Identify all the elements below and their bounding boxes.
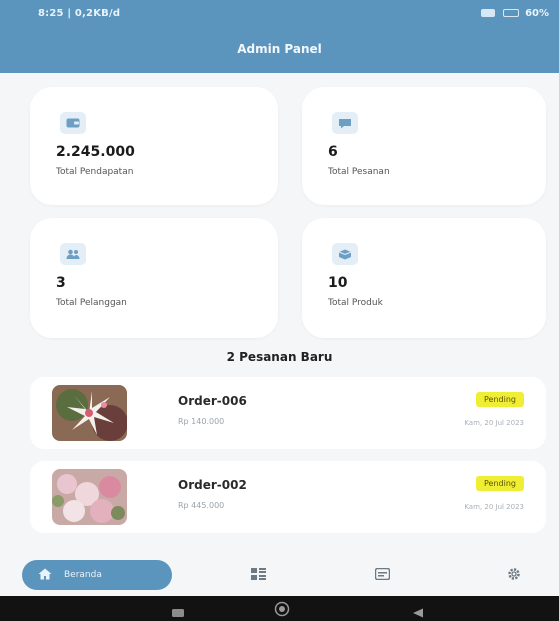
app-header: 8:25 | 0,2KB/d 60% Admin Panel: [0, 0, 559, 73]
order-id: Order-006: [178, 394, 247, 408]
home-icon: [38, 568, 52, 583]
battery-icon: [502, 9, 519, 17]
order-price: Rp 445.000: [178, 501, 225, 510]
stat-value: 10: [328, 275, 348, 291]
stat-label: Total Produk: [328, 298, 383, 308]
status-battery: 60%: [481, 8, 549, 19]
stat-value: 2.245.000: [56, 144, 135, 160]
receipt-icon[interactable]: [374, 567, 390, 581]
status-badge: Pending: [476, 476, 524, 491]
status-time: 8:25 | 0,2KB/d: [38, 8, 121, 19]
stat-label: Total Pesanan: [328, 167, 390, 177]
nav-home-button[interactable]: Beranda: [22, 560, 172, 590]
product-thumbnail: [52, 469, 127, 525]
stat-card-products[interactable]: 10 Total Produk: [302, 218, 546, 338]
order-date: Kam, 20 Jul 2023: [464, 419, 524, 427]
status-badge: Pending: [476, 392, 524, 407]
bottom-navigation: Beranda: [0, 552, 559, 596]
stat-label: Total Pelanggan: [56, 298, 127, 308]
product-thumbnail: [52, 385, 127, 441]
order-card[interactable]: Order-006 Rp 140.000 Pending Kam, 20 Jul…: [30, 377, 546, 449]
recent-apps-icon[interactable]: [172, 603, 184, 621]
stat-card-revenue[interactable]: 2.245.000 Total Pendapatan: [30, 87, 278, 205]
back-icon[interactable]: [412, 603, 424, 621]
nav-home-label: Beranda: [64, 570, 102, 580]
order-card[interactable]: Order-002 Rp 445.000 Pending Kam, 20 Jul…: [30, 461, 546, 533]
grid-icon[interactable]: [250, 567, 266, 581]
order-price: Rp 140.000: [178, 417, 225, 426]
section-title: 2 Pesanan Baru: [226, 350, 333, 364]
order-id: Order-002: [178, 478, 247, 492]
settings-icon[interactable]: [506, 567, 522, 581]
stat-value: 3: [56, 275, 66, 291]
wallet-icon: [60, 112, 86, 134]
signal-icon: [481, 9, 496, 17]
app-root: 8:25 | 0,2KB/d 60% Admin Panel 2.245.000…: [0, 0, 559, 621]
stat-card-customers[interactable]: 3 Total Pelanggan: [30, 218, 278, 338]
users-icon: [60, 243, 86, 265]
home-circle-icon[interactable]: [274, 601, 290, 621]
page-title: Admin Panel: [237, 42, 322, 56]
status-bar: 8:25 | 0,2KB/d 60%: [0, 6, 559, 24]
chat-icon: [332, 112, 358, 134]
order-date: Kam, 20 Jul 2023: [464, 503, 524, 511]
battery-level: 60%: [525, 8, 549, 19]
stat-value: 6: [328, 144, 338, 160]
stat-label: Total Pendapatan: [56, 167, 134, 177]
box-icon: [332, 243, 358, 265]
stat-card-orders[interactable]: 6 Total Pesanan: [302, 87, 546, 205]
system-navigation-bar: [0, 596, 559, 621]
